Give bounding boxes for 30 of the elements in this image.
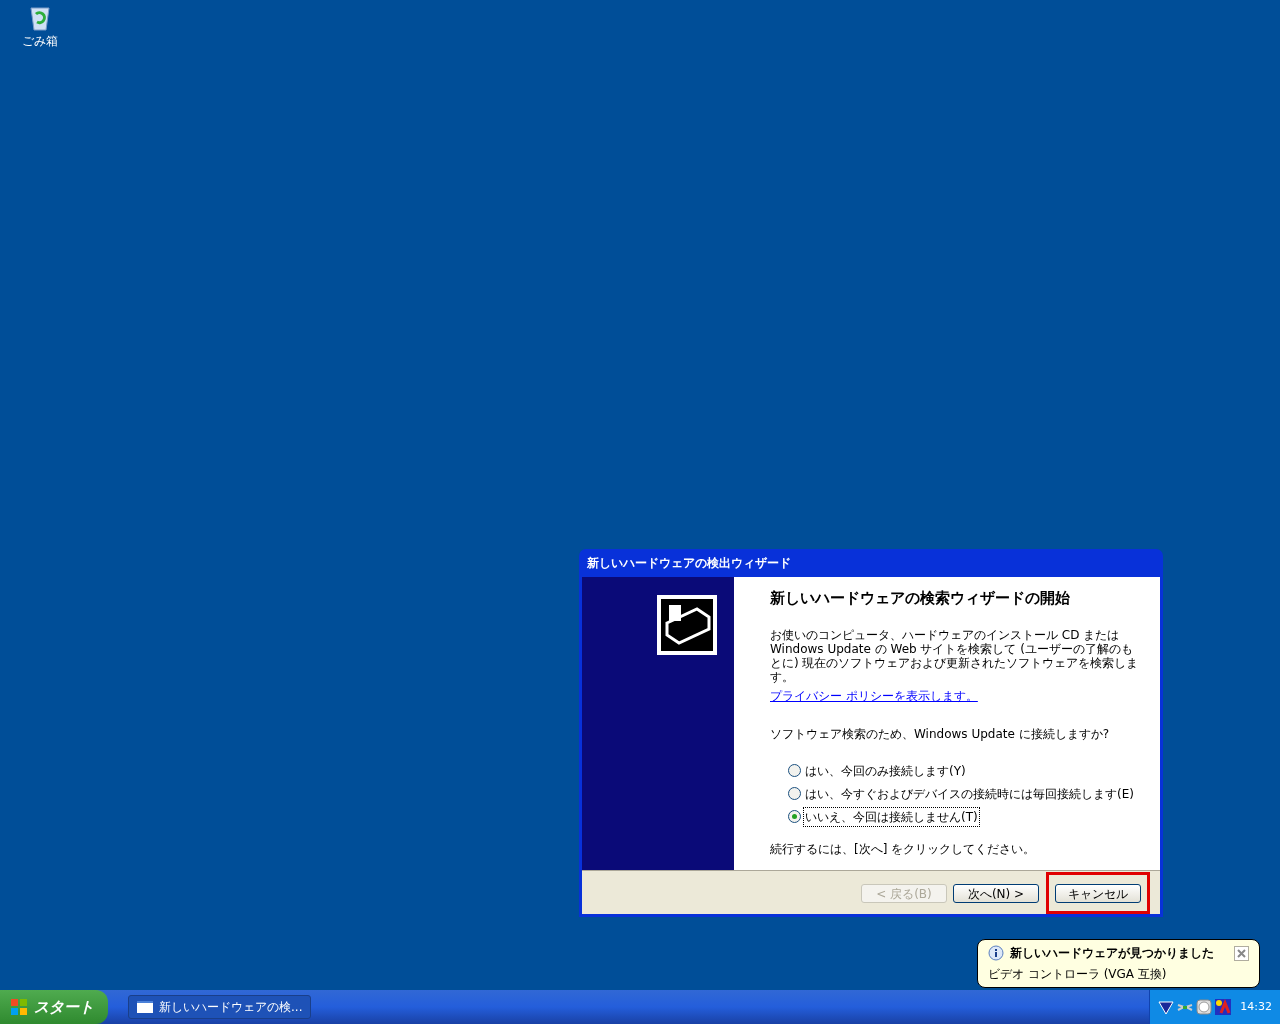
radio-label: いいえ、今回は接続しません(T) bbox=[803, 806, 980, 827]
windows-logo-icon bbox=[10, 998, 28, 1016]
wizard-button[interactable]: キャンセル bbox=[1055, 883, 1141, 903]
start-button[interactable]: スタート bbox=[0, 990, 108, 1024]
hardware-box-icon bbox=[657, 595, 717, 655]
clock-time: 14:32 bbox=[1240, 998, 1272, 1015]
radio-button[interactable] bbox=[788, 787, 801, 800]
radio-button[interactable] bbox=[788, 764, 801, 777]
radio-label: はい、今回のみ接続します(Y) bbox=[804, 762, 967, 780]
info-icon bbox=[988, 945, 1004, 961]
radio-option[interactable]: いいえ、今回は接続しません(T) bbox=[788, 806, 1140, 827]
radio-button[interactable] bbox=[788, 810, 801, 823]
intro-text: お使いのコンピュータ、ハードウェアのインストール CD または Windows Update の Web サイトを検索して (ユーザーの了解のもとに) 現在のソフトウェアおよび更新されたソフトウェアを検索します。 bbox=[770, 627, 1140, 684]
radio-option[interactable]: はい、今すぐおよびデバイスの接続時には毎回接続します(E) bbox=[788, 783, 1140, 804]
close-icon[interactable] bbox=[1234, 945, 1249, 961]
window-icon bbox=[137, 1001, 153, 1013]
balloon-text: ビデオ コントローラ (VGA 互換) bbox=[988, 966, 1168, 983]
privacy-link[interactable]: プライバシー ポリシーを表示します。 bbox=[770, 686, 978, 705]
radio-option[interactable]: はい、今回のみ接続します(Y) bbox=[788, 760, 1140, 781]
wizard-heading: 新しいハードウェアの検索ウィザードの開始 bbox=[770, 588, 1071, 609]
continue-hint: 続行するには、[次へ] をクリックしてください。 bbox=[770, 841, 1037, 858]
balloon-title: 新しいハードウェアが見つかりました bbox=[1010, 945, 1214, 962]
taskbar-window-button[interactable]: 新しいハードウェアの検... bbox=[128, 995, 312, 1019]
desktop-icon-label: ごみ箱 bbox=[22, 34, 58, 48]
radio-label: はい、今すぐおよびデバイスの接続時には毎回接続します(E) bbox=[804, 785, 1135, 803]
triangle-icon[interactable] bbox=[1158, 999, 1175, 1015]
question-text: ソフトウェア検索のため、Windows Update に接続しますか? bbox=[770, 725, 1111, 743]
wizard-button[interactable]: 次へ(N) > bbox=[953, 883, 1039, 903]
window-title: 新しいハードウェアの検出ウィザード bbox=[587, 555, 791, 572]
figure-icon[interactable] bbox=[1215, 999, 1232, 1015]
